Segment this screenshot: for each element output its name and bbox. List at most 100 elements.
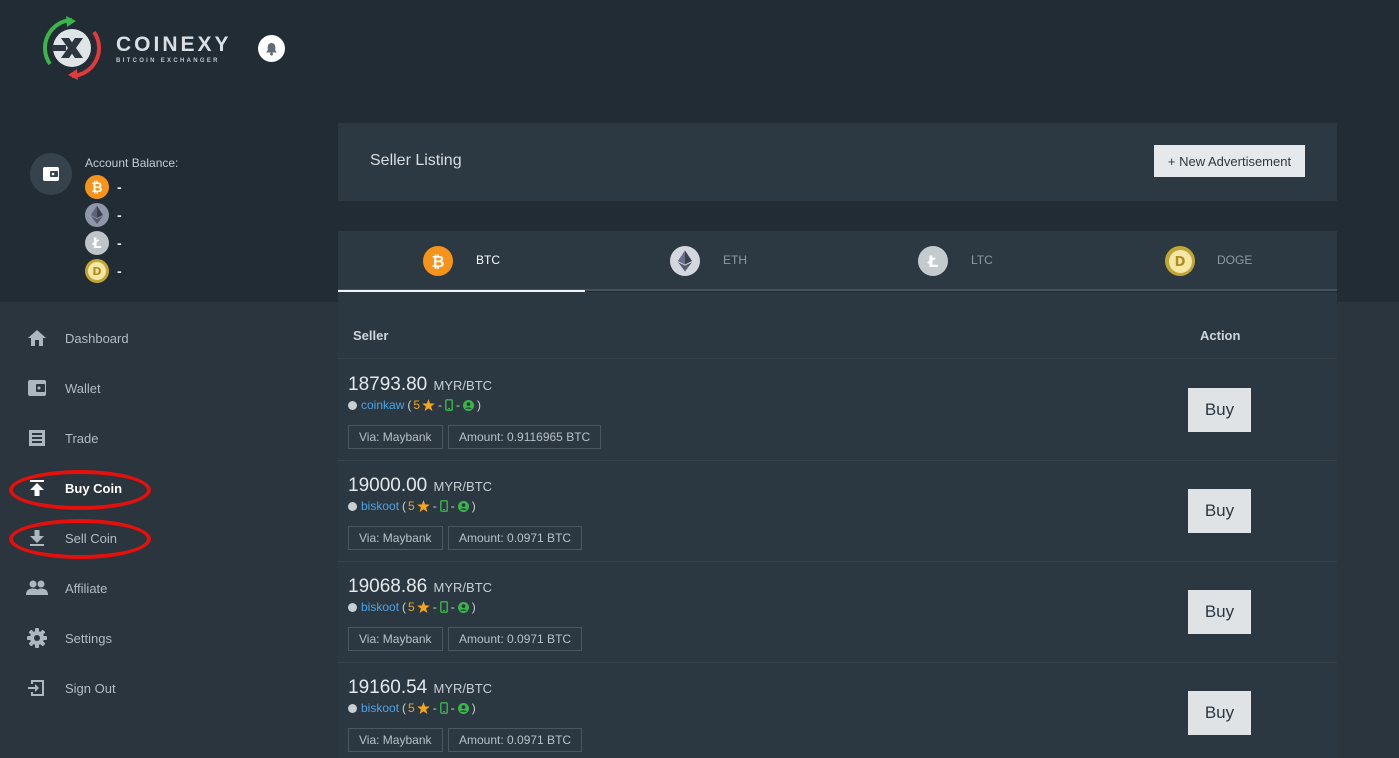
- wallet-icon: [43, 167, 59, 181]
- id-verified-icon: [463, 399, 475, 411]
- separator: -: [450, 701, 455, 715]
- online-status-dot: [348, 602, 357, 612]
- price-value: 18793.80: [348, 374, 428, 395]
- ethereum-icon: [85, 203, 109, 227]
- id-verified-icon: [457, 601, 469, 613]
- rating-value: 5: [408, 600, 415, 614]
- balance-value: -: [117, 235, 122, 251]
- paren-close: ): [471, 600, 476, 614]
- litecoin-icon: Ł: [918, 246, 948, 276]
- sidebar-item-affiliate[interactable]: Affiliate: [0, 568, 338, 608]
- buy-button[interactable]: Buy: [1188, 388, 1251, 432]
- tab-btc[interactable]: ₿ BTC: [338, 231, 585, 292]
- sidebar-item-label: Sign Out: [65, 680, 116, 696]
- sidebar-item-label: Dashboard: [65, 330, 129, 346]
- price-value: 19160.54: [348, 677, 428, 698]
- right-band: [1337, 302, 1399, 758]
- balance-value: -: [117, 179, 122, 195]
- star-icon: [422, 399, 435, 411]
- rating-value: 5: [408, 499, 415, 513]
- svg-text:Ł: Ł: [927, 252, 938, 270]
- sidebar-item-sign-out[interactable]: Sign Out: [0, 668, 338, 708]
- amount-tag: Amount: 0.9116965 BTC: [448, 425, 602, 449]
- amount-tag: Amount: 0.0971 BTC: [448, 627, 583, 651]
- download-icon: [26, 527, 48, 549]
- payment-method-tag: Via: Maybank: [348, 627, 443, 651]
- bitcoin-icon: ₿: [85, 175, 109, 199]
- amount-tag: Amount: 0.0971 BTC: [448, 728, 583, 752]
- svg-text:₿: ₿: [431, 252, 444, 270]
- phone-verified-icon: [445, 399, 453, 411]
- star-icon: [416, 500, 430, 512]
- account-wallet-badge: [30, 153, 72, 195]
- sidebar-item-buy-coin[interactable]: Buy Coin: [0, 468, 338, 508]
- svg-text:D: D: [1175, 255, 1186, 268]
- sidebar-item-sell-coin[interactable]: Sell Coin: [0, 518, 338, 558]
- id-verified-icon: [457, 500, 469, 512]
- sidebar-item-label: Wallet: [65, 380, 101, 396]
- rating-value: 5: [413, 398, 421, 412]
- coin-tabs: ₿ BTC ETH Ł LTC D DOGE: [338, 231, 1337, 292]
- tab-label: DOGE: [1217, 253, 1253, 267]
- buy-button[interactable]: Buy: [1188, 691, 1251, 735]
- seller-info: biskoot ( 5 - - ): [348, 499, 476, 513]
- wallet-icon: [26, 377, 48, 399]
- separator: -: [456, 398, 461, 412]
- payment-method-tag: Via: Maybank: [348, 425, 443, 449]
- tab-label: LTC: [971, 253, 993, 267]
- account-balance-label: Account Balance:: [85, 156, 179, 170]
- tab-label: ETH: [723, 253, 747, 267]
- table-row: 19160.54 MYR/BTC biskoot ( 5 - - ) Via: …: [338, 663, 1337, 758]
- price: 19068.86 MYR/BTC: [348, 576, 492, 598]
- sidebar-item-label: Affiliate: [65, 580, 108, 596]
- table-row: 18793.80 MYR/BTC coinkaw ( 5 - - ) Via: …: [338, 360, 1337, 461]
- balance-eth: -: [85, 203, 122, 227]
- price-unit: MYR/BTC: [433, 681, 493, 696]
- brand-name: COINEXY: [116, 32, 232, 56]
- home-icon: [26, 327, 48, 349]
- sidebar-item-settings[interactable]: Settings: [0, 618, 338, 658]
- balance-btc: ₿ -: [85, 175, 122, 199]
- paren-close: ): [471, 701, 476, 715]
- column-header-seller: Seller: [353, 328, 389, 343]
- separator: -: [432, 499, 437, 513]
- sidebar-item-dashboard[interactable]: Dashboard: [0, 318, 338, 358]
- seller-name-link[interactable]: biskoot: [361, 499, 399, 513]
- price-unit: MYR/BTC: [433, 580, 493, 595]
- buy-button[interactable]: Buy: [1188, 489, 1251, 533]
- tab-doge[interactable]: D DOGE: [1080, 231, 1327, 291]
- star-icon: [416, 702, 430, 714]
- new-advertisement-button[interactable]: + New Advertisement: [1154, 145, 1305, 177]
- seller-name-link[interactable]: biskoot: [361, 701, 399, 715]
- brand-logo[interactable]: COINEXY BITCOIN EXCHANGER: [40, 16, 232, 80]
- balance-ltc: Ł -: [85, 231, 122, 255]
- seller-name-link[interactable]: biskoot: [361, 600, 399, 614]
- sidebar-item-trade[interactable]: Trade: [0, 418, 338, 458]
- balance-value: -: [117, 207, 122, 223]
- price: 19000.00 MYR/BTC: [348, 475, 492, 497]
- id-verified-icon: [457, 702, 469, 714]
- sidebar-item-label: Settings: [65, 630, 112, 646]
- brand-tagline: BITCOIN EXCHANGER: [116, 57, 220, 64]
- seller-name-link[interactable]: coinkaw: [361, 398, 404, 412]
- balance-doge: D -: [85, 259, 122, 283]
- online-status-dot: [348, 703, 357, 713]
- separator: -: [432, 600, 437, 614]
- phone-verified-icon: [439, 601, 448, 613]
- separator: -: [450, 499, 455, 513]
- seller-info: biskoot ( 5 - - ): [348, 600, 476, 614]
- paren-close: ): [471, 499, 476, 513]
- sidebar-item-label: Buy Coin: [65, 480, 123, 496]
- notification-button[interactable]: [258, 35, 285, 62]
- seller-info: biskoot ( 5 - - ): [348, 701, 476, 715]
- separator: -: [432, 701, 437, 715]
- tab-ltc[interactable]: Ł LTC: [833, 231, 1080, 291]
- buy-button[interactable]: Buy: [1188, 590, 1251, 634]
- sidebar-item-wallet[interactable]: Wallet: [0, 368, 338, 408]
- separator: -: [450, 600, 455, 614]
- paren-close: ): [477, 398, 482, 412]
- payment-method-tag: Via: Maybank: [348, 526, 443, 550]
- balance-value: -: [117, 263, 122, 279]
- svg-text:₿: ₿: [91, 180, 102, 195]
- tab-eth[interactable]: ETH: [585, 231, 832, 291]
